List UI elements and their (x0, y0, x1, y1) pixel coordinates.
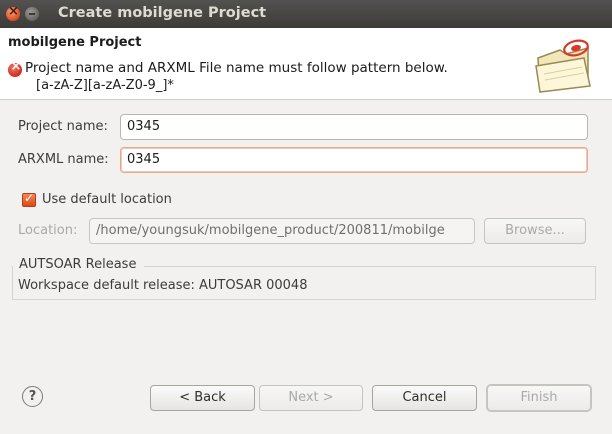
page-title: mobilgene Project (8, 35, 142, 50)
arxml-name-label: ARXML name: (18, 152, 109, 167)
name-pattern: [a-zA-Z][a-zA-Z0-9_]* (36, 78, 174, 93)
minimize-window-icon[interactable] (25, 7, 39, 21)
use-default-location-checkbox[interactable] (22, 191, 36, 207)
back-button[interactable]: < Back (150, 385, 255, 411)
help-icon[interactable]: ? (22, 386, 43, 407)
project-wizard-icon (535, 39, 591, 93)
close-window-icon[interactable] (6, 4, 20, 21)
release-group-border (144, 266, 596, 267)
release-group-title: AUTSOAR Release (17, 257, 139, 272)
location-label: Location: (18, 223, 78, 238)
project-name-label: Project name: (18, 119, 108, 134)
next-button[interactable]: Next > (259, 385, 363, 411)
project-name-input[interactable]: 0345 (120, 114, 588, 140)
workspace-release-text: Workspace default release: AUTOSAR 00048 (18, 278, 308, 293)
arxml-name-input[interactable]: 0345 (120, 147, 588, 173)
error-icon (8, 59, 22, 77)
browse-button[interactable]: Browse... (484, 218, 586, 244)
error-message: Project name and ARXML File name must fo… (25, 60, 448, 76)
cancel-button[interactable]: Cancel (372, 385, 477, 411)
use-default-location-label[interactable]: Use default location (42, 192, 172, 207)
window-title: Create mobilgene Project (58, 5, 267, 21)
location-input[interactable]: /home/youngsuk/mobilgene_product/200811/… (89, 218, 475, 244)
finish-button[interactable]: Finish (487, 385, 591, 411)
